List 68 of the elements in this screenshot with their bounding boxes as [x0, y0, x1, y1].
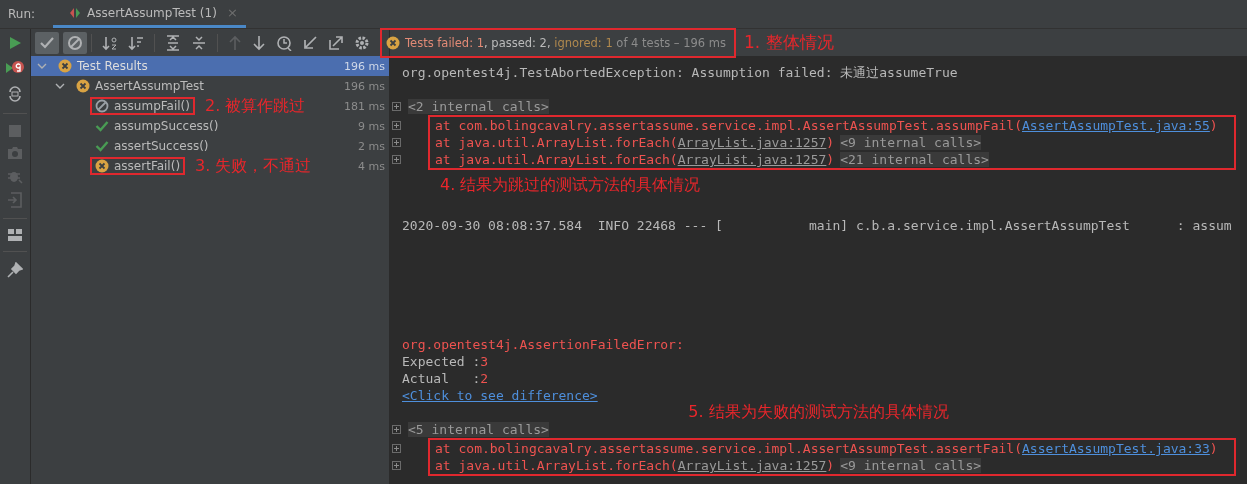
ignored-icon — [67, 34, 83, 51]
test-duration: 196 ms — [344, 59, 385, 73]
check-icon — [95, 139, 109, 153]
sort-duration-icon[interactable] — [128, 34, 144, 51]
show-ignored-toggle[interactable] — [63, 31, 87, 54]
console-line: at java.util.ArrayList.forEach(ArrayList.java:1257) <21 internal calls> — [435, 151, 989, 168]
annotation-note: 2. 被算作跳过 — [204, 95, 306, 117]
expand-all-icon[interactable] — [165, 34, 181, 51]
history-icon[interactable] — [276, 34, 292, 51]
fold-icon[interactable] — [391, 155, 401, 164]
check-icon — [95, 119, 109, 133]
console-line: at java.util.ArrayList.forEach(ArrayList.java:1257) <9 internal calls> — [435, 457, 982, 474]
import-icon[interactable] — [302, 34, 318, 51]
console-line: at com.bolingcavalry.assertassume.service.impl.AssertAssumpTest.assumpFail(AssertAssumpTest.java:55) — [435, 117, 1218, 134]
test-duration: 196 ms — [344, 79, 385, 93]
fold-icon[interactable] — [391, 425, 401, 434]
collapse-all-icon[interactable] — [191, 34, 207, 51]
test-duration: 181 ms — [344, 99, 385, 113]
run-tab[interactable]: AssertAssumpTest (1) × — [53, 0, 246, 28]
run-label: Run: — [7, 6, 37, 23]
ignored-icon — [95, 99, 109, 113]
test-name: assumpSuccess() — [114, 119, 219, 133]
tree-item[interactable]: assumpSuccess() 9 ms — [31, 116, 389, 136]
console-line: at com.bolingcavalry.assertassume.service.impl.AssertAssumpTest.assertFail(AssertAssumpTest.java:33) — [435, 440, 1218, 457]
test-name: AssertAssumpTest — [95, 79, 204, 93]
test-duration: 4 ms — [358, 159, 385, 173]
test-name: assertFail() — [114, 159, 181, 173]
tree-item[interactable]: assertFail() 3. 失败，不通过 4 ms — [31, 156, 389, 176]
annotation-note: 1. 整体情况 — [744, 31, 834, 54]
console-line: at java.util.ArrayList.forEach(ArrayList.java:1257) <9 internal calls> — [435, 134, 982, 151]
arrow-down-icon[interactable] — [252, 34, 266, 51]
console-line: org.opentest4j.TestAbortedException: Assumption failed: 未通过assumeTrue — [402, 64, 958, 81]
show-passed-toggle[interactable] — [35, 31, 59, 54]
fold-icon[interactable] — [391, 102, 401, 111]
pin-icon[interactable] — [7, 262, 23, 278]
summary-text: Tests failed: 1, passed: 2, ignored: 1 of 4 tests – 196 ms — [405, 35, 727, 50]
console-line: <Click to see difference> — [402, 387, 598, 404]
console-line: Expected :3 — [402, 353, 489, 370]
annotation-note: 4. 结果为跳过的测试方法的具体情况 — [440, 174, 701, 196]
fold-icon[interactable] — [391, 461, 401, 470]
tree-item[interactable]: Test Results 196 ms — [31, 56, 389, 76]
sort-alpha-icon[interactable] — [102, 34, 118, 51]
test-duration: 2 ms — [358, 139, 385, 153]
test-name: Test Results — [77, 59, 148, 73]
console-line: 2020-09-30 08:08:37.584 INFO 22468 --- [ main] c.b.a.service.impl.AssertAssumpTest : assum — [402, 217, 1232, 234]
annotation-note: 3. 失败，不通过 — [195, 155, 312, 177]
console-line: Actual :2 — [402, 370, 489, 387]
tree-item[interactable]: AssertAssumpTest 196 ms — [31, 76, 389, 96]
run-config-icon — [69, 6, 82, 19]
fold-icon[interactable] — [391, 138, 401, 147]
export-icon[interactable] — [328, 34, 344, 51]
layout-icon[interactable] — [8, 229, 22, 241]
failed-icon — [95, 159, 109, 173]
failed-icon — [76, 79, 90, 93]
console-line: org.opentest4j.AssertionFailedError: — [402, 336, 684, 353]
tree-item[interactable]: assertSuccess() 2 ms — [31, 136, 389, 156]
caret-icon[interactable] — [55, 81, 65, 91]
fold-icon[interactable] — [391, 444, 401, 453]
fold-icon[interactable] — [391, 121, 401, 130]
test-name: assumpFail() — [114, 99, 190, 113]
settings-icon[interactable] — [354, 34, 370, 51]
tree-item[interactable]: assumpFail() 2. 被算作跳过 181 ms — [31, 96, 389, 116]
test-name: assertSuccess() — [114, 139, 209, 153]
run-icon[interactable] — [7, 35, 23, 51]
failed-icon — [58, 59, 72, 73]
check-icon — [39, 35, 55, 50]
test-duration: 9 ms — [358, 119, 385, 133]
annotation-note: 5. 结果为失败的测试方法的具体情况 — [688, 402, 949, 423]
